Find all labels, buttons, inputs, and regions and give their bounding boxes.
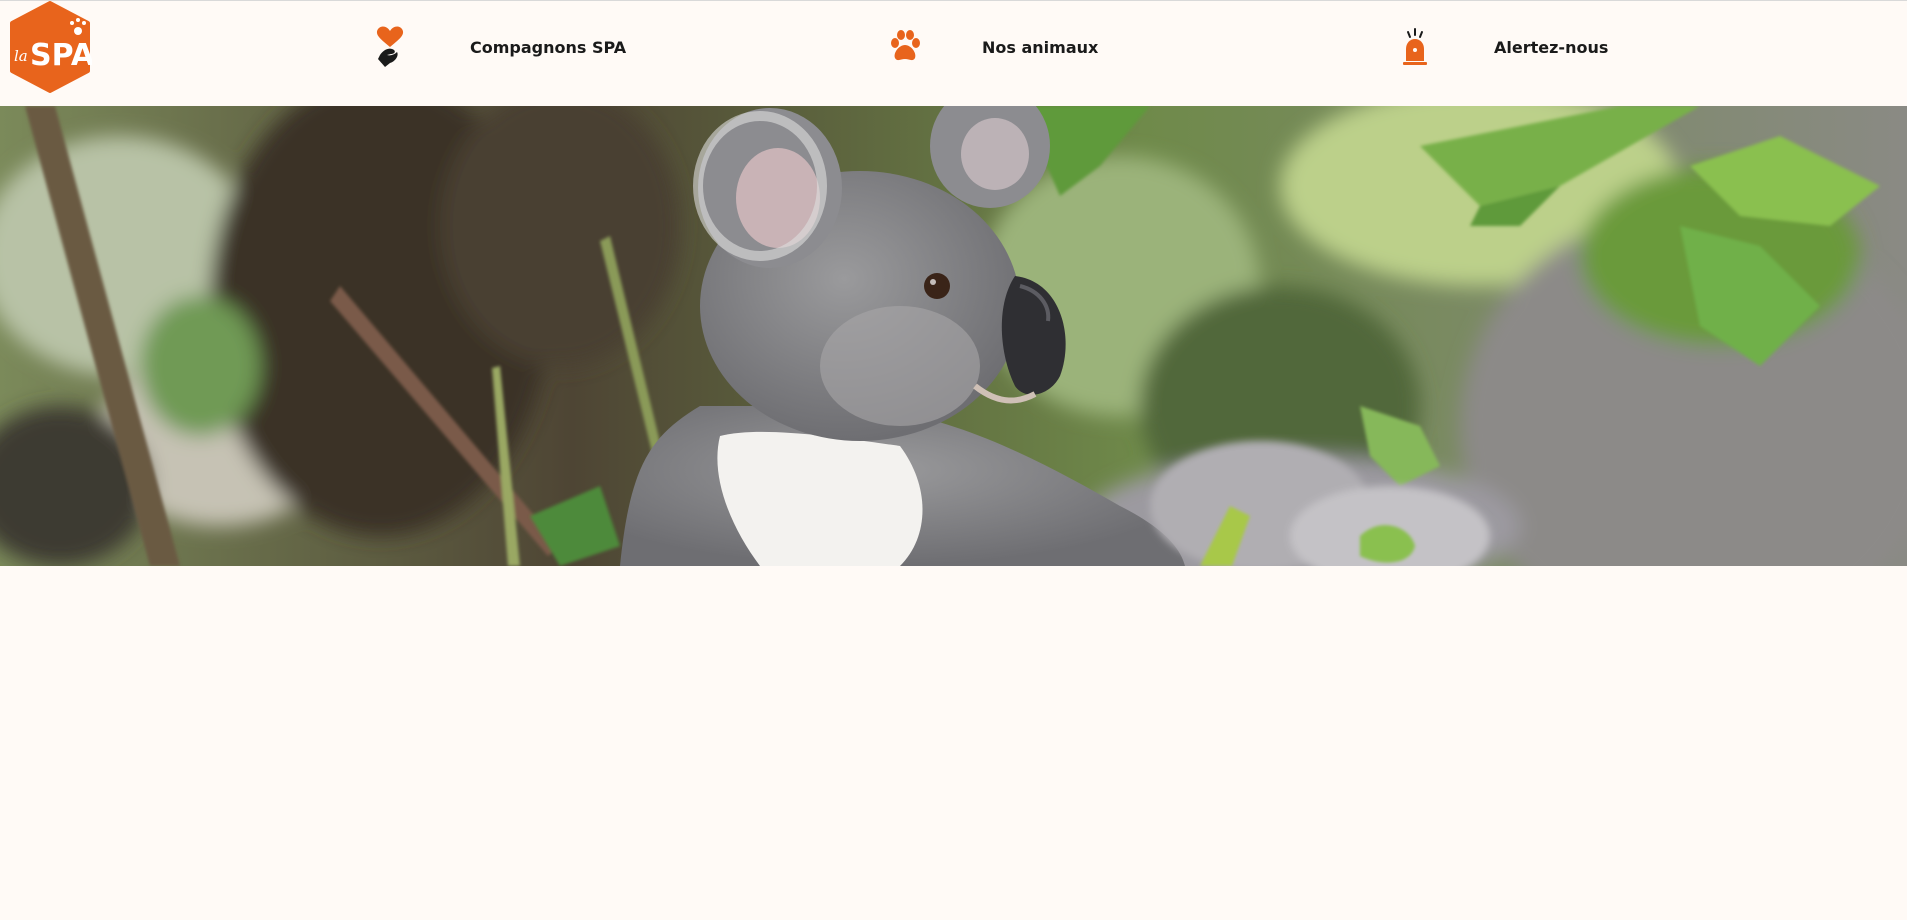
- nav-label-compagnons-spa: Compagnons SPA: [470, 37, 627, 57]
- content-area: [0, 566, 1907, 920]
- paw-icon: [891, 30, 920, 61]
- page: la SPA Compagnons SPA Nos animaux Alerte…: [0, 0, 1907, 920]
- nav-item-compagnons-spa[interactable]: Compagnons SPA: [370, 23, 626, 71]
- spa-logo-icon: la SPA: [10, 1, 92, 93]
- alarm-siren-icon: [1403, 28, 1427, 65]
- nav-label-alertez-nous: Alertez-nous: [1494, 37, 1609, 57]
- svg-text:SPA: SPA: [30, 38, 92, 73]
- nav-item-alertez-nous[interactable]: Alertez-nous: [1395, 23, 1608, 71]
- svg-text:la: la: [14, 47, 28, 65]
- hero-banner: [0, 106, 1907, 566]
- koala-photo: [0, 106, 1907, 566]
- spa-logo[interactable]: la SPA: [8, 1, 92, 93]
- heart-hand-icon: [376, 26, 404, 67]
- nav-item-nos-animaux[interactable]: Nos animaux: [885, 23, 1098, 71]
- site-header: la SPA Compagnons SPA Nos animaux Alerte…: [0, 0, 1907, 106]
- nav-label-nos-animaux: Nos animaux: [982, 37, 1099, 57]
